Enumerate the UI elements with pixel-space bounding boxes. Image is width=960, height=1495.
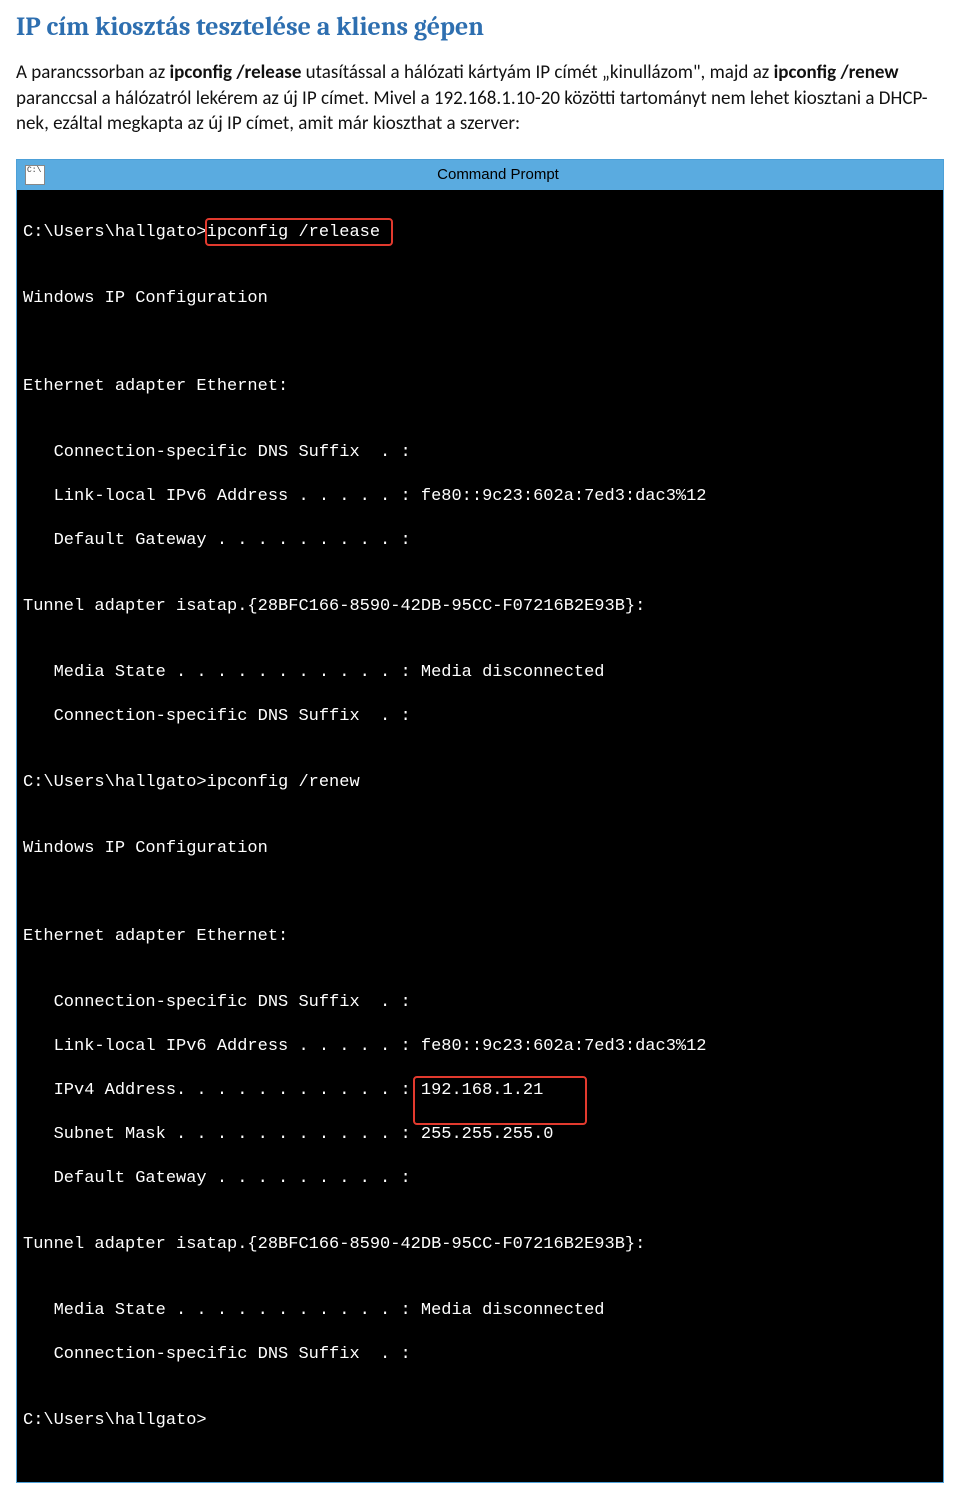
prompt-text: C:\Users\hallgato> bbox=[23, 223, 207, 242]
ipv4-label: IPv4 Address. . . . . . . . . . . : bbox=[23, 1081, 421, 1100]
subnet-value: 255.255.255.0 bbox=[421, 1125, 554, 1144]
system-menu-icon[interactable] bbox=[25, 165, 45, 185]
term-line: Default Gateway . . . . . . . . . : bbox=[23, 1168, 937, 1190]
para-text-3: paranccsal a hálózatról lekérem az új IP… bbox=[16, 87, 928, 136]
term-line: Tunnel adapter isatap.{28BFC166-8590-42D… bbox=[23, 1234, 937, 1256]
term-line: Tunnel adapter isatap.{28BFC166-8590-42D… bbox=[23, 596, 937, 618]
term-line: C:\Users\hallgato> bbox=[23, 1410, 937, 1432]
para-text-2: utasítással a hálózati kártyám IP címét … bbox=[301, 61, 773, 84]
term-line: Link-local IPv6 Address . . . . . : fe80… bbox=[23, 1036, 937, 1058]
para-text-1: A parancssorban az bbox=[16, 61, 170, 84]
para-bold-renew: ipconfig /renew bbox=[774, 61, 899, 84]
term-line: C:\Users\hallgato>ipconfig /renew bbox=[23, 772, 937, 794]
term-line: IPv4 Address. . . . . . . . . . . : 192.… bbox=[23, 1080, 937, 1102]
term-line: Windows IP Configuration bbox=[23, 838, 937, 860]
terminal-output[interactable]: C:\Users\hallgato>ipconfig /release Wind… bbox=[17, 190, 943, 1482]
term-line: C:\Users\hallgato>ipconfig /release bbox=[23, 222, 937, 244]
description-paragraph: A parancssorban az ipconfig /release uta… bbox=[16, 60, 944, 137]
term-line: Subnet Mask . . . . . . . . . . . : 255.… bbox=[23, 1124, 937, 1146]
term-line: Link-local IPv6 Address . . . . . : fe80… bbox=[23, 486, 937, 508]
term-line: Default Gateway . . . . . . . . . : bbox=[23, 530, 937, 552]
term-line: Media State . . . . . . . . . . . : Medi… bbox=[23, 1300, 937, 1322]
term-line: Connection-specific DNS Suffix . : bbox=[23, 1344, 937, 1366]
term-line: Windows IP Configuration bbox=[23, 288, 937, 310]
term-line: Connection-specific DNS Suffix . : bbox=[23, 442, 937, 464]
section-heading: IP cím kiosztás tesztelése a kliens gépe… bbox=[16, 12, 944, 42]
term-line: Ethernet adapter Ethernet: bbox=[23, 376, 937, 398]
window-title: Command Prompt bbox=[53, 166, 943, 183]
subnet-label: Subnet Mask . . . . . . . . . . . : bbox=[23, 1125, 421, 1144]
para-bold-release: ipconfig /release bbox=[170, 61, 302, 84]
window-titlebar[interactable]: Command Prompt bbox=[17, 160, 943, 190]
term-line: Ethernet adapter Ethernet: bbox=[23, 926, 937, 948]
cmd-release: ipconfig /release bbox=[207, 223, 380, 242]
term-line: Connection-specific DNS Suffix . : bbox=[23, 706, 937, 728]
ipv4-value: 192.168.1.21 bbox=[421, 1081, 543, 1100]
command-prompt-window: Command Prompt C:\Users\hallgato>ipconfi… bbox=[16, 159, 944, 1483]
term-line: Media State . . . . . . . . . . . : Medi… bbox=[23, 662, 937, 684]
term-line: Connection-specific DNS Suffix . : bbox=[23, 992, 937, 1014]
